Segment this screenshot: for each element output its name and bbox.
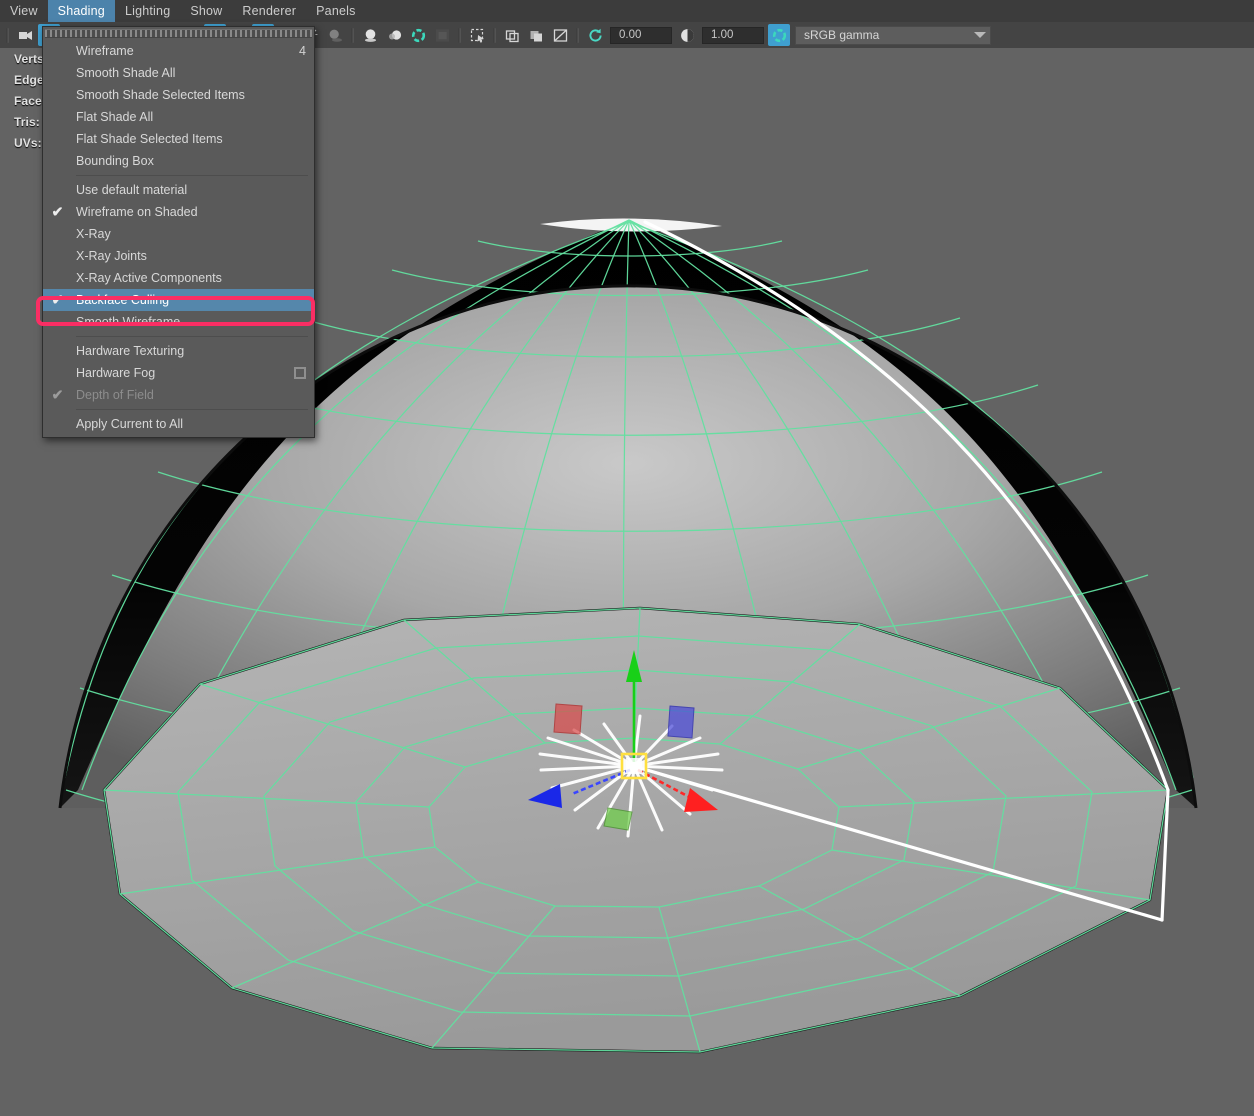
menu-item-x-ray-joints[interactable]: X-Ray Joints [43,245,314,267]
camera-icon[interactable] [14,24,36,46]
menu-item-apply-current-to-all[interactable]: Apply Current to All [43,413,314,435]
menu-item-label: Flat Shade Selected Items [76,132,223,146]
shading-dropdown-menu[interactable]: Wireframe 4 Smooth Shade All Smooth Shade S… [42,26,315,438]
menu-tearoff-handle[interactable] [45,29,312,38]
toolbar-separator-5 [493,27,496,43]
exposure-reset-icon[interactable] [584,24,606,46]
toolbar-separator-3 [351,27,354,43]
menu-separator-1 [76,175,308,176]
manipulator-center-fill [626,758,642,774]
menu-item-flat-shade-all[interactable]: Flat Shade All [43,106,314,128]
hud-label-uvs: UVs: [14,135,42,150]
hud-label-tris: Tris: [14,114,40,129]
panel-menubar[interactable]: View Shading Lighting Show Renderer Panels [0,0,1254,22]
menu-item-bounding-box[interactable]: Bounding Box [43,150,314,172]
gamma-value-field[interactable]: 1.00 [702,26,764,44]
screen-space-ao-icon[interactable] [359,24,381,46]
menu-item-depth-of-field[interactable]: ✔ Depth of Field [43,384,314,406]
menu-item-smooth-wireframe[interactable]: Smooth Wireframe [43,311,314,333]
menu-item-label: Depth of Field [76,388,154,402]
menu-item-smooth-shade-selected-items[interactable]: Smooth Shade Selected Items [43,84,314,106]
checkmark-icon: ✔ [51,203,64,220]
menu-item-label: Smooth Shade Selected Items [76,88,245,102]
menu-item-label: Flat Shade All [76,110,154,124]
xray-joints-icon[interactable] [525,24,547,46]
menu-item-label: Smooth Shade All [76,66,176,80]
menu-item-label: Wireframe [76,44,134,58]
toolbar-separator-6 [576,27,579,43]
chevron-down-icon[interactable] [974,32,986,38]
menu-item-label: X-Ray [76,227,111,241]
checkmark-icon: ✔ [51,386,64,403]
exposure-value-field[interactable]: 0.00 [610,26,672,44]
menu-item-hardware-fog[interactable]: Hardware Fog [43,362,314,384]
menu-item-wireframe[interactable]: Wireframe 4 [43,40,314,62]
menu-item-flat-shade-selected-items[interactable]: Flat Shade Selected Items [43,128,314,150]
menu-item-label: Wireframe on Shaded [76,205,198,219]
menu-item-label: Smooth Wireframe [76,315,181,329]
menu-item-label: Bounding Box [76,154,154,168]
xray-active-components-icon[interactable] [549,24,571,46]
menu-item-wireframe-on-shaded[interactable]: ✔ Wireframe on Shaded [43,201,314,223]
multisample-aa-icon[interactable] [407,24,429,46]
menu-item-label: Backface Culling [76,293,170,307]
depth-of-field-icon[interactable] [431,24,453,46]
menu-item-label: Hardware Texturing [76,344,185,358]
menu-item-label: Use default material [76,183,188,197]
manipulator-yz-plane-handle[interactable] [553,703,583,735]
maya-viewport-panel: Verts: Edges: Faces: Tris: UVs: 0.00 1.00… [0,0,1254,1116]
checkmark-icon: ✔ [51,291,64,308]
xray-icon[interactable] [501,24,523,46]
menu-item-x-ray[interactable]: X-Ray [43,223,314,245]
menubar-item-lighting[interactable]: Lighting [115,0,180,22]
color-management-icon[interactable] [768,24,790,46]
menubar-item-renderer[interactable]: Renderer [232,0,306,22]
menu-item-accelerator: 4 [299,44,306,58]
manipulator-xy-plane-handle[interactable] [667,705,695,739]
menubar-item-shading[interactable]: Shading [47,0,115,22]
shadows-icon[interactable] [324,24,346,46]
menu-item-x-ray-active-components[interactable]: X-Ray Active Components [43,267,314,289]
motion-blur-icon[interactable] [383,24,405,46]
menu-item-label: X-Ray Joints [76,249,147,263]
menu-item-label: Hardware Fog [76,366,156,380]
colorspace-dropdown[interactable]: sRGB gamma [795,25,991,45]
toolbar-separator-0 [6,27,9,43]
menu-item-smooth-shade-all[interactable]: Smooth Shade All [43,62,314,84]
gamma-icon[interactable] [676,24,698,46]
menubar-item-show[interactable]: Show [180,0,232,22]
isolate-select-icon[interactable] [466,24,488,46]
menu-item-backface-culling[interactable]: ✔ Backface Culling [43,289,314,311]
menu-item-label: X-Ray Active Components [76,271,222,285]
menu-item-option-box[interactable] [294,367,306,379]
menubar-item-panels[interactable]: Panels [306,0,365,22]
menu-item-use-default-material[interactable]: Use default material [43,179,314,201]
menu-separator-3 [76,409,308,410]
menubar-item-view[interactable]: View [0,0,48,22]
menu-separator-2 [76,336,308,337]
toolbar-separator-4 [458,27,461,43]
colorspace-value: sRGB gamma [804,28,880,42]
menu-item-hardware-texturing[interactable]: Hardware Texturing [43,340,314,362]
menu-item-label: Apply Current to All [76,417,183,431]
manipulator-xz-plane-handle[interactable] [603,807,633,831]
